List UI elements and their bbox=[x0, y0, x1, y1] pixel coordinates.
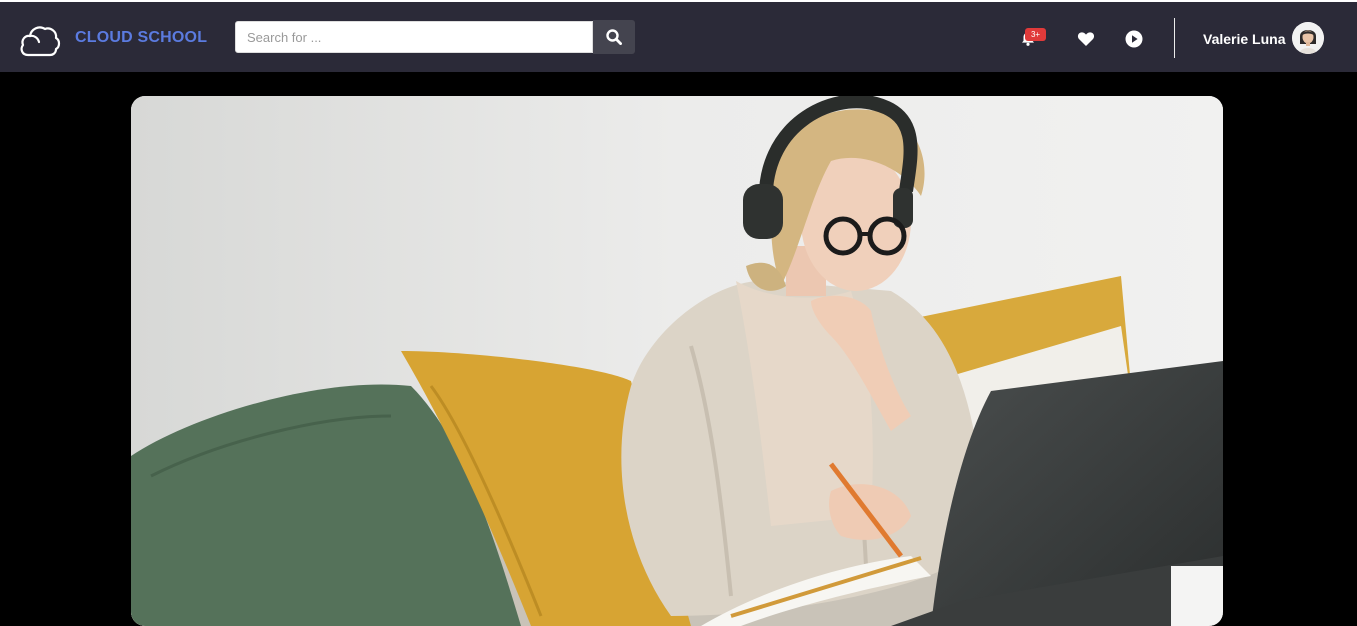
user-name[interactable]: Valerie Luna bbox=[1203, 31, 1285, 47]
wishlist-button[interactable] bbox=[1074, 27, 1098, 51]
play-button[interactable] bbox=[1122, 27, 1146, 51]
heart-icon bbox=[1077, 32, 1095, 46]
search-input[interactable] bbox=[235, 21, 593, 53]
search-icon bbox=[606, 29, 622, 45]
brand-name[interactable]: CLOUD SCHOOL bbox=[75, 29, 207, 47]
hero-image bbox=[131, 96, 1223, 626]
notification-badge: 3+ bbox=[1025, 28, 1046, 41]
header-divider bbox=[1174, 18, 1175, 58]
cloud-logo-icon[interactable] bbox=[19, 20, 61, 60]
user-avatar[interactable] bbox=[1292, 22, 1324, 54]
search-button[interactable] bbox=[593, 20, 635, 54]
search-bar bbox=[235, 20, 635, 55]
top-navbar: CLOUD SCHOOL 3+ Valerie Luna bbox=[0, 2, 1357, 72]
play-circle-icon bbox=[1125, 30, 1143, 48]
student-studying-illustration bbox=[131, 96, 1223, 626]
